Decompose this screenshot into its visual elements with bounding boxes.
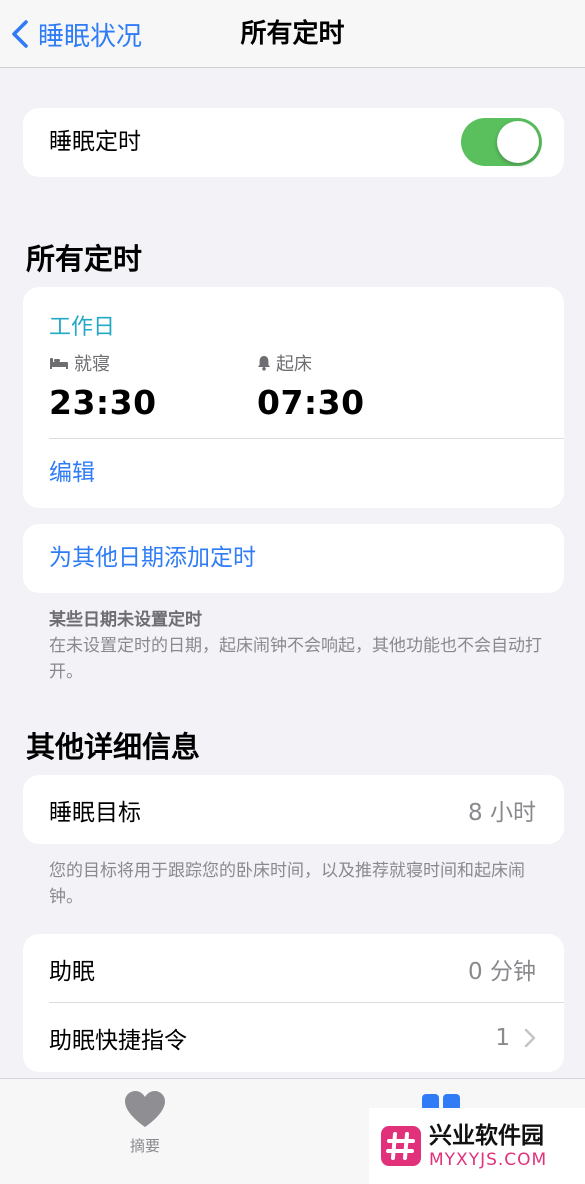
wake-time-value: 07:30 [257, 383, 365, 422]
sleep-schedule-label: 睡眠定时 [49, 129, 141, 155]
watermark: 兴业软件园 MYXYJS.COM [369, 1108, 585, 1184]
wind-down-value: 0 分钟 [468, 958, 536, 985]
shortcuts-label: 助眠快捷指令 [49, 1027, 187, 1054]
wind-down-shortcuts-row[interactable]: 助眠快捷指令 1 [49, 1003, 536, 1072]
shortcuts-value: 1 [495, 1024, 510, 1051]
divider [49, 438, 564, 439]
navigation-bar: 睡眠状况 所有定时 [0, 0, 585, 68]
edit-schedule-button[interactable]: 编辑 [49, 438, 95, 508]
sleep-goal-row[interactable]: 睡眠目标 8 小时 [49, 775, 536, 844]
add-schedule-card: 为其他日期添加定时 [23, 524, 564, 593]
tab-summary-label: 摘要 [129, 1137, 160, 1155]
heart-icon [125, 1091, 165, 1127]
bedtime-label: 就寝 [74, 354, 110, 375]
schedule-note-title: 某些日期未设置定时 [49, 610, 202, 630]
bed-icon [50, 358, 68, 369]
bedtime-block: 就寝 23:30 [49, 351, 157, 422]
schedule-days: 工作日 [49, 315, 116, 340]
weekday-schedule-card: 工作日 就寝 23:30 起床 07:30 编辑 [23, 287, 564, 508]
sleep-goal-card[interactable]: 睡眠目标 8 小时 [23, 775, 564, 844]
other-details-heading: 其他详细信息 [26, 730, 201, 764]
page-title: 所有定时 [240, 19, 345, 49]
tab-summary[interactable]: 摘要 [110, 1089, 180, 1156]
watermark-name: 兴业软件园 [429, 1123, 544, 1149]
bedtime-value: 23:30 [49, 383, 157, 422]
sleep-goal-value: 8 小时 [468, 799, 536, 826]
sleep-schedule-card: 睡眠定时 [23, 108, 564, 177]
watermark-logo-icon [381, 1126, 421, 1166]
wind-down-label: 助眠 [49, 958, 95, 985]
wind-down-card: 助眠 0 分钟 助眠快捷指令 1 [23, 934, 564, 1072]
bell-icon [258, 356, 270, 371]
toggle-knob [497, 121, 539, 163]
wake-block: 起床 07:30 [257, 351, 365, 422]
watermark-url: MYXYJS.COM [429, 1150, 548, 1170]
schedule-note: 某些日期未设置定时 在未设置定时的日期，起床闹钟不会响起，其他功能也不会自动打开… [49, 607, 549, 685]
sleep-goal-label: 睡眠目标 [49, 799, 141, 826]
wind-down-row[interactable]: 助眠 0 分钟 [49, 934, 536, 1003]
wake-label: 起床 [276, 354, 312, 375]
sleep-schedule-toggle[interactable] [461, 118, 542, 166]
all-schedules-heading: 所有定时 [26, 242, 143, 276]
chevron-right-icon [524, 1028, 536, 1047]
goal-note: 您的目标将用于跟踪您的卧床时间，以及推荐就寝时间和起床闹钟。 [49, 861, 525, 907]
schedule-note-body: 在未设置定时的日期，起床闹钟不会响起，其他功能也不会自动打开。 [49, 636, 542, 682]
add-schedule-button[interactable]: 为其他日期添加定时 [49, 524, 256, 593]
